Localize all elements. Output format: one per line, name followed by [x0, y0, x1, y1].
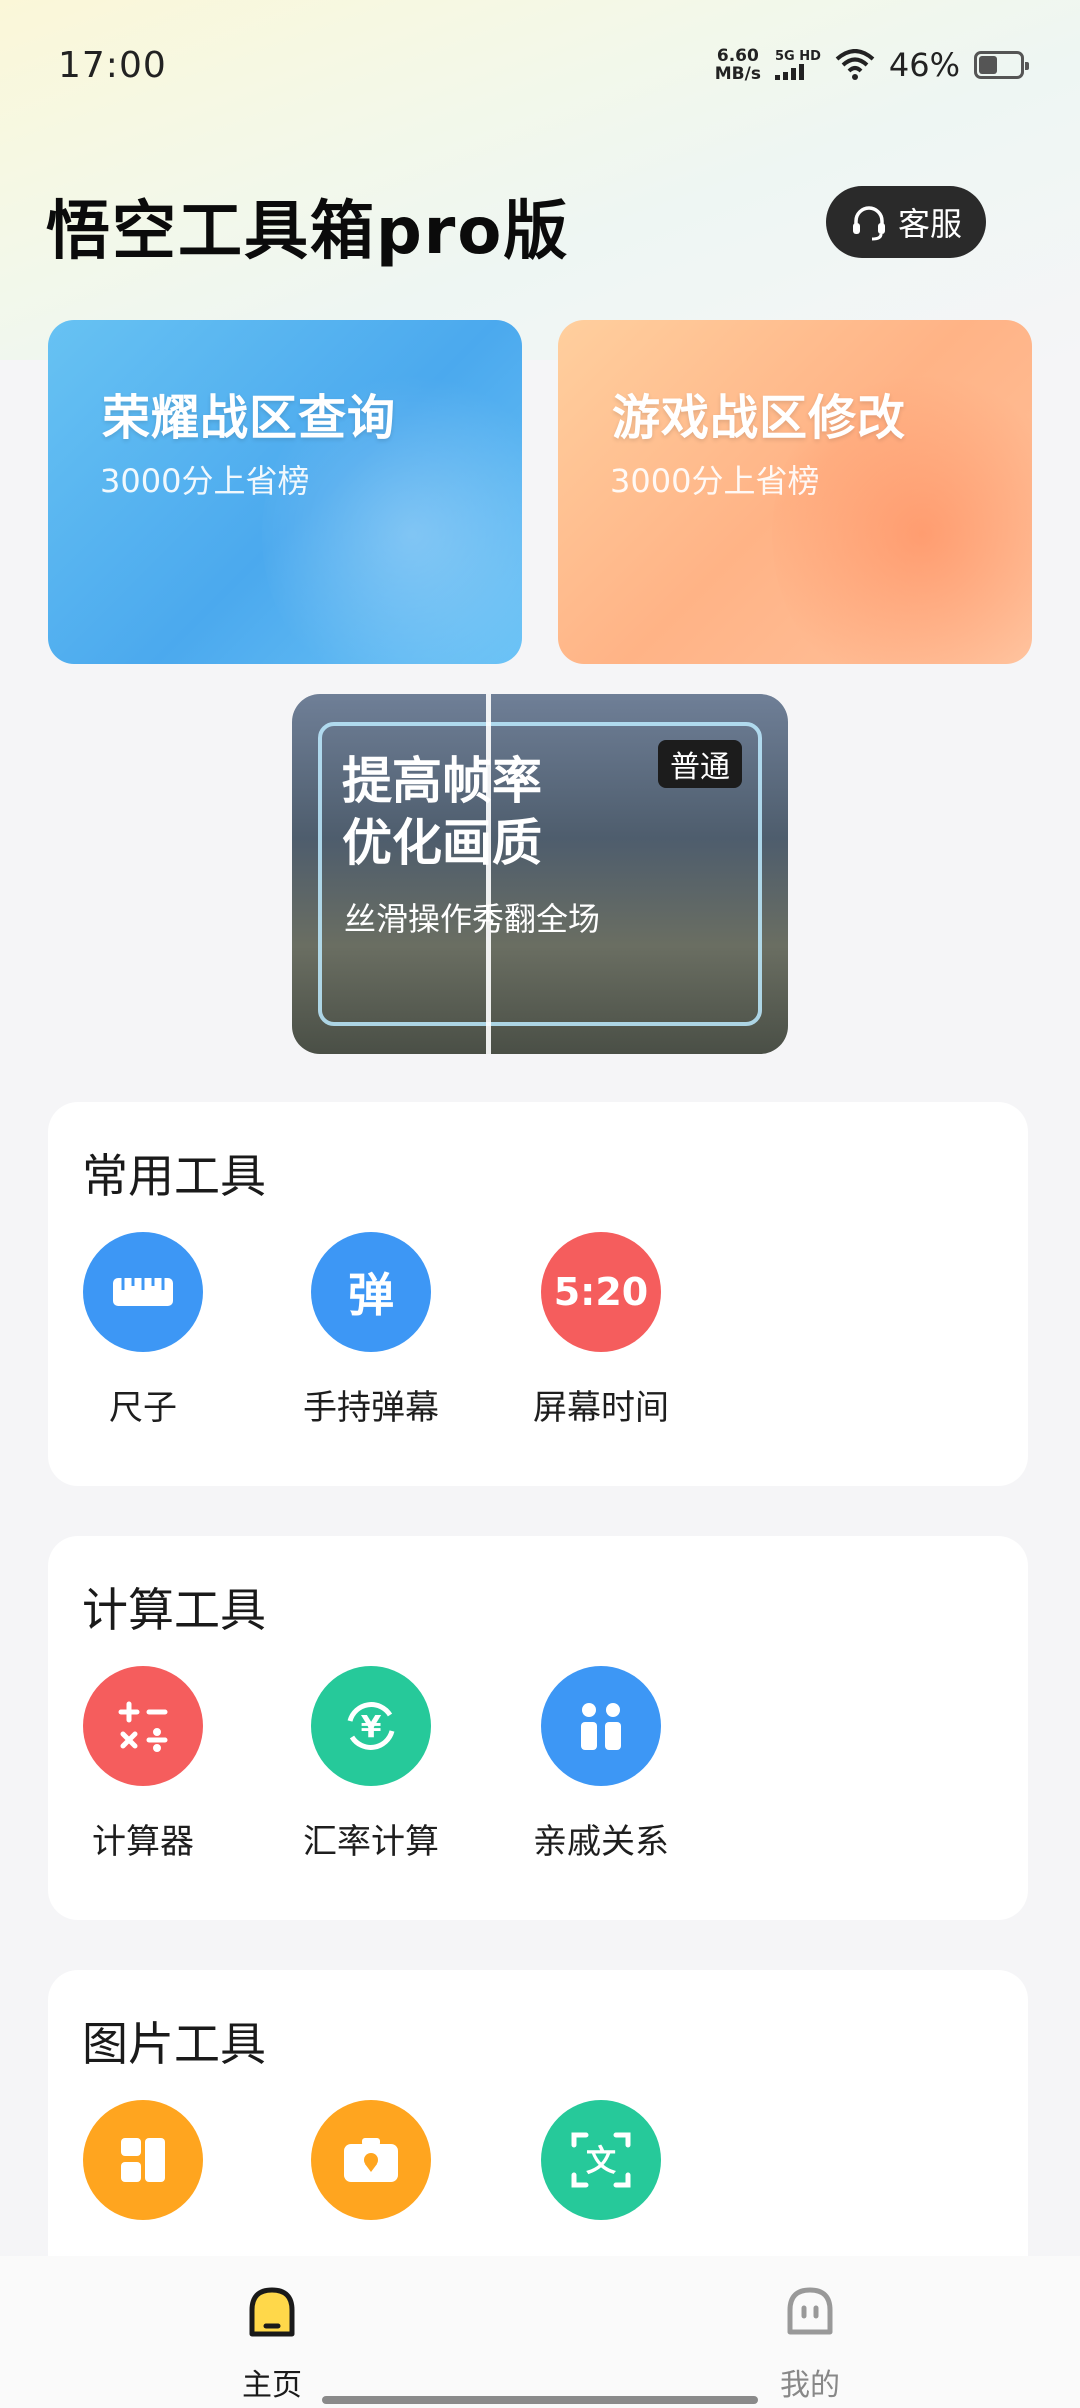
battery-percentage: 46%	[888, 46, 960, 84]
nav-home[interactable]: 主页	[212, 2282, 332, 2404]
ruler-icon	[83, 1232, 203, 1352]
cellular-signal-icon: 5G HD	[774, 49, 821, 80]
image-layout-icon	[83, 2100, 203, 2220]
promo-tag: 普通	[658, 740, 742, 788]
section-title: 常用工具	[82, 1149, 266, 1203]
common-tools-section: 常用工具 尺子 弹 手持弹幕 5:20 屏幕时间	[48, 1102, 1028, 1486]
profile-icon	[787, 2287, 833, 2335]
tool-label: 尺子	[109, 1388, 177, 1428]
frame-rate-promo-card[interactable]: 提高帧率 优化画质 丝滑操作秀翻全场 普通	[292, 694, 788, 1054]
tool-relatives[interactable]: 亲戚关系	[506, 1666, 696, 1863]
tool-label: 汇率计算	[303, 1822, 439, 1862]
banner-title: 游戏战区修改	[612, 390, 907, 446]
promo-title-line1: 提高帧率	[342, 752, 542, 810]
headset-icon	[852, 206, 885, 241]
home-indicator[interactable]	[322, 2396, 758, 2404]
promo-title-line2: 优化画质	[342, 814, 542, 872]
nav-profile[interactable]: 我的	[750, 2282, 870, 2404]
tool-ocr-text[interactable]: 文	[506, 2100, 696, 2248]
svg-text:文: 文	[586, 2144, 616, 2179]
banner-title: 荣耀战区查询	[102, 390, 397, 446]
tool-label: 屏幕时间	[533, 1388, 669, 1428]
tool-ruler[interactable]: 尺子	[48, 1232, 238, 1429]
calculation-tools-section: 计算工具 计算器 ¥ 汇率计算 亲戚关系	[48, 1536, 1028, 1920]
exchange-rate-icon: ¥	[311, 1666, 431, 1786]
id-photo-icon	[311, 2100, 431, 2220]
section-title: 图片工具	[82, 2017, 266, 2071]
nav-label: 主页	[242, 2368, 302, 2403]
tool-exchange-rate[interactable]: ¥ 汇率计算	[276, 1666, 466, 1863]
calculator-icon	[83, 1666, 203, 1786]
barrage-icon: 弹	[311, 1232, 431, 1352]
relatives-icon	[541, 1666, 661, 1786]
status-time: 17:00	[58, 44, 167, 86]
comparison-divider	[486, 694, 491, 1054]
home-icon	[249, 2287, 295, 2337]
screen-time-icon: 5:20	[541, 1232, 661, 1352]
tool-label: 手持弹幕	[303, 1388, 439, 1428]
customer-service-button[interactable]: 客服	[826, 186, 986, 258]
tool-image-layout[interactable]	[48, 2100, 238, 2248]
promo-title: 提高帧率 优化画质	[342, 750, 542, 874]
section-title: 计算工具	[82, 1583, 266, 1637]
customer-service-label: 客服	[897, 205, 962, 243]
tool-id-photo[interactable]	[276, 2100, 466, 2248]
banner-subtitle: 3000分上省榜	[100, 462, 310, 500]
nav-label: 我的	[780, 2368, 840, 2403]
tool-screen-time[interactable]: 5:20 屏幕时间	[506, 1232, 696, 1429]
status-bar: 17:00 6.60 MB/s 5G HD 46%	[0, 0, 1080, 130]
tool-label: 计算器	[92, 1822, 194, 1862]
app-title: 悟空工具箱pro版	[46, 195, 570, 269]
wifi-icon	[835, 49, 875, 80]
bottom-navigation: 主页 我的	[0, 2256, 1080, 2408]
game-zone-modify-banner[interactable]: 游戏战区修改 3000分上省榜	[558, 320, 1032, 664]
net-speed-unit: MB/s	[714, 64, 761, 84]
tool-calculator[interactable]: 计算器	[48, 1666, 238, 1863]
promo-subtitle: 丝滑操作秀翻全场	[344, 900, 601, 938]
net-speed-value: 6.60	[716, 46, 759, 66]
ocr-text-icon: 文	[541, 2100, 661, 2220]
svg-text:¥: ¥	[361, 1710, 382, 1745]
network-label: 5G HD	[774, 49, 821, 64]
net-speed: 6.60 MB/s	[715, 47, 761, 83]
honor-zone-query-banner[interactable]: 荣耀战区查询 3000分上省榜	[48, 320, 522, 664]
tool-handheld-barrage[interactable]: 弹 手持弹幕	[276, 1232, 466, 1429]
banner-subtitle: 3000分上省榜	[610, 462, 820, 500]
tool-label: 亲戚关系	[533, 1822, 669, 1862]
battery-icon	[974, 51, 1029, 79]
status-indicators: 6.60 MB/s 5G HD 46%	[715, 46, 1029, 84]
